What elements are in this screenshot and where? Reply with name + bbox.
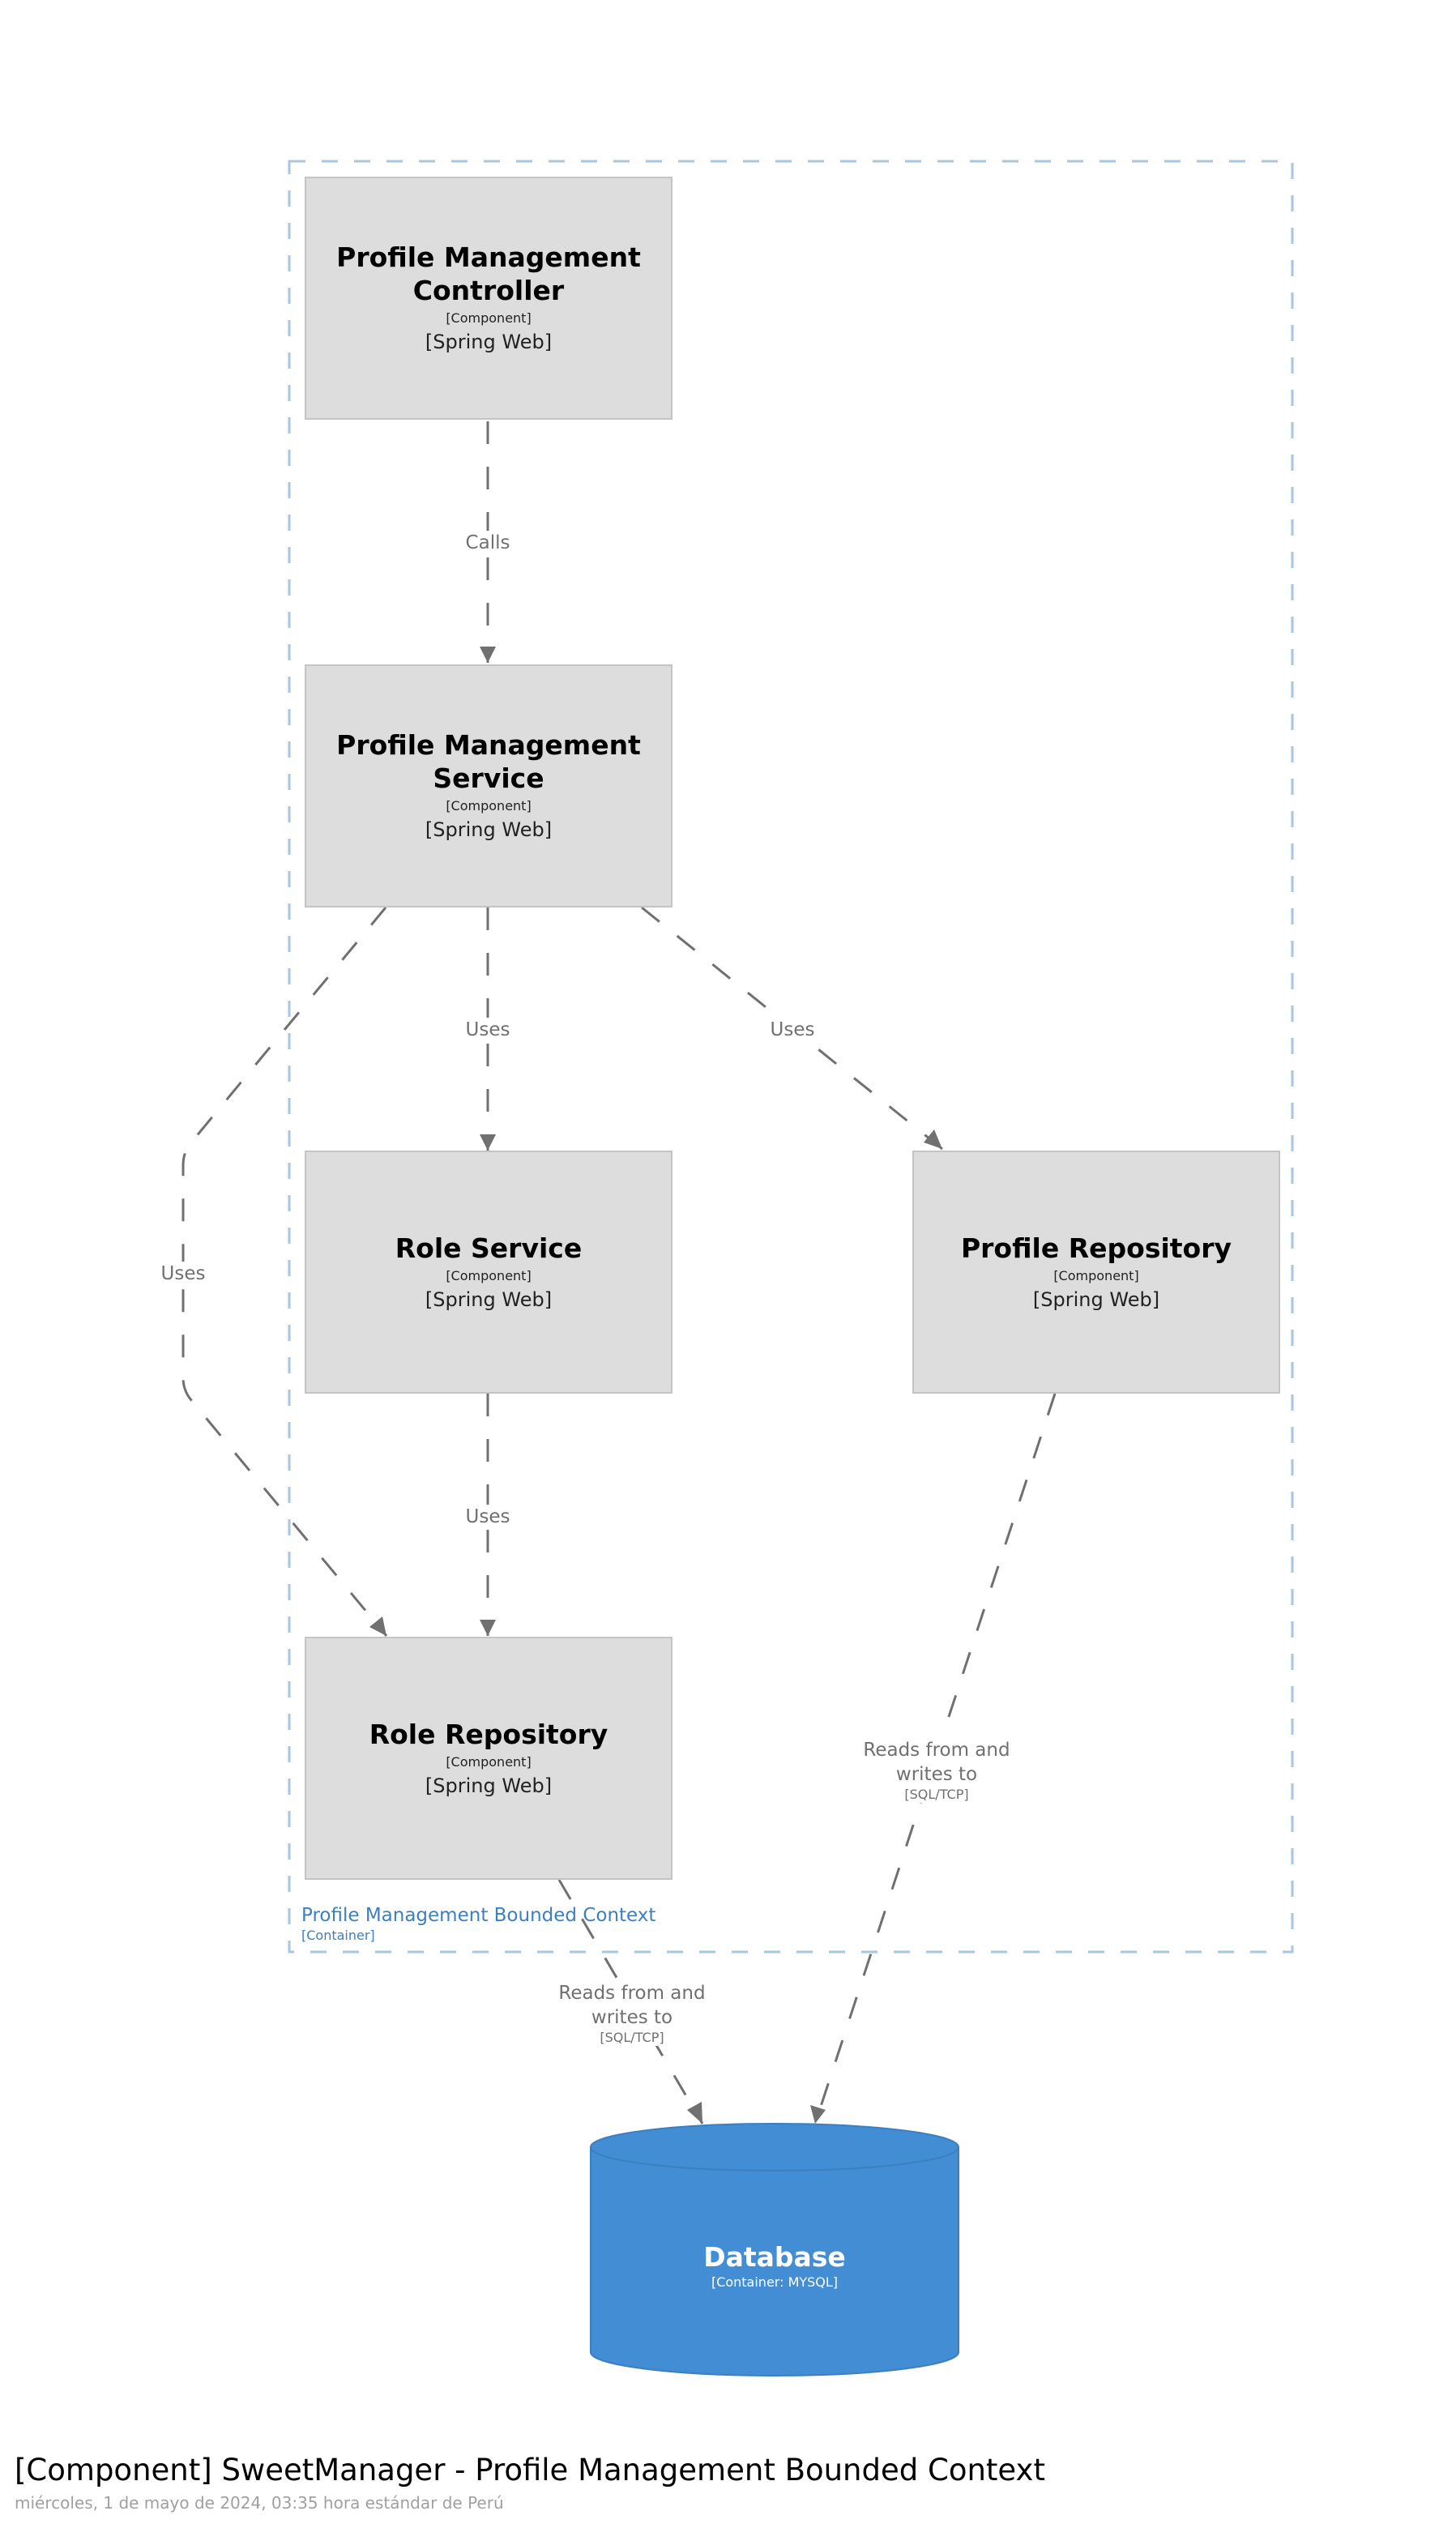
- edge-label-uses-role-service: Uses: [465, 1018, 510, 1042]
- arrowhead-profile-repository-to-database: [810, 2105, 826, 2124]
- edge-label-text: Uses: [465, 1506, 510, 1527]
- edge-label-technology: [SQL/TCP]: [600, 2030, 664, 2045]
- component-technology: [Spring Web]: [425, 1774, 553, 1797]
- edge-label-uses-profile-repository: Uses: [770, 1018, 815, 1042]
- diagram-timestamp: miércoles, 1 de mayo de 2024, 03:35 hora…: [15, 2493, 504, 2513]
- component-name: Role Repository: [369, 1718, 608, 1750]
- diagram-title: [Component] SweetManager - Profile Manag…: [15, 2453, 1045, 2487]
- component-profile-management-service[interactable]: Profile Management Service [Component] […: [305, 664, 672, 907]
- component-technology: [Spring Web]: [425, 1287, 553, 1311]
- component-type: [Component]: [1053, 1267, 1139, 1283]
- component-role-repository[interactable]: Role Repository [Component] [Spring Web]: [305, 1637, 672, 1880]
- component-technology: [Spring Web]: [1032, 1287, 1160, 1311]
- arrowhead-service-to-role-service: [480, 1134, 496, 1151]
- database-name: Database: [703, 2241, 846, 2273]
- boundary-name: Profile Management Bounded Context: [301, 1905, 656, 1926]
- edge-label-calls: Calls: [465, 531, 510, 555]
- component-role-service[interactable]: Role Service [Component] [Spring Web]: [305, 1151, 672, 1394]
- edge-label-text: Reads from and writes to: [558, 1983, 706, 2028]
- database-type: [Container: MYSQL]: [711, 2274, 839, 2290]
- edge-label-uses-role-service-to-repo: Uses: [465, 1505, 510, 1529]
- component-technology: [Spring Web]: [425, 331, 553, 353]
- edge-label-profile-repo-db: Reads from and writes to [SQL/TCP]: [856, 1738, 1018, 1803]
- component-name: Role Service: [395, 1232, 583, 1264]
- arrowhead-role-repository-to-database: [687, 2102, 702, 2124]
- component-type: [Component]: [446, 1753, 532, 1770]
- boundary-label: Profile Management Bounded Context [Cont…: [301, 1904, 655, 1945]
- component-name: Profile Management Controller: [336, 241, 641, 306]
- database-container[interactable]: Database [Container: MYSQL]: [591, 2124, 959, 2376]
- edge-label-text: Uses: [465, 1019, 510, 1040]
- edge-label-text: Uses: [160, 1263, 206, 1284]
- arrowhead-service-to-profile-repository: [924, 1129, 942, 1149]
- arrowhead-controller-to-service: [480, 647, 496, 663]
- component-profile-repository[interactable]: Profile Repository [Component] [Spring W…: [912, 1151, 1280, 1394]
- boundary-type: [Container]: [301, 1928, 375, 1943]
- edge-label-text: Calls: [465, 532, 510, 553]
- component-technology: [Spring Web]: [425, 818, 553, 841]
- component-profile-management-controller[interactable]: Profile Management Controller [Component…: [305, 177, 672, 420]
- edge-label-technology: [SQL/TCP]: [904, 1787, 969, 1802]
- edge-label-text: Uses: [770, 1019, 815, 1040]
- component-name: Profile Repository: [960, 1232, 1232, 1264]
- component-type: [Component]: [446, 310, 532, 326]
- edge-label-role-repo-db: Reads from and writes to [SQL/TCP]: [551, 1981, 713, 2046]
- component-type: [Component]: [446, 798, 532, 813]
- edge-label-text: Reads from and writes to: [863, 1740, 1010, 1785]
- component-type: [Component]: [446, 1267, 532, 1283]
- arrowhead-service-to-role-repository: [369, 1616, 386, 1636]
- arrowhead-role-service-to-role-repository: [480, 1620, 496, 1636]
- edge-label-uses-role-repository: Uses: [160, 1262, 206, 1286]
- component-name: Profile Management Service: [336, 729, 641, 794]
